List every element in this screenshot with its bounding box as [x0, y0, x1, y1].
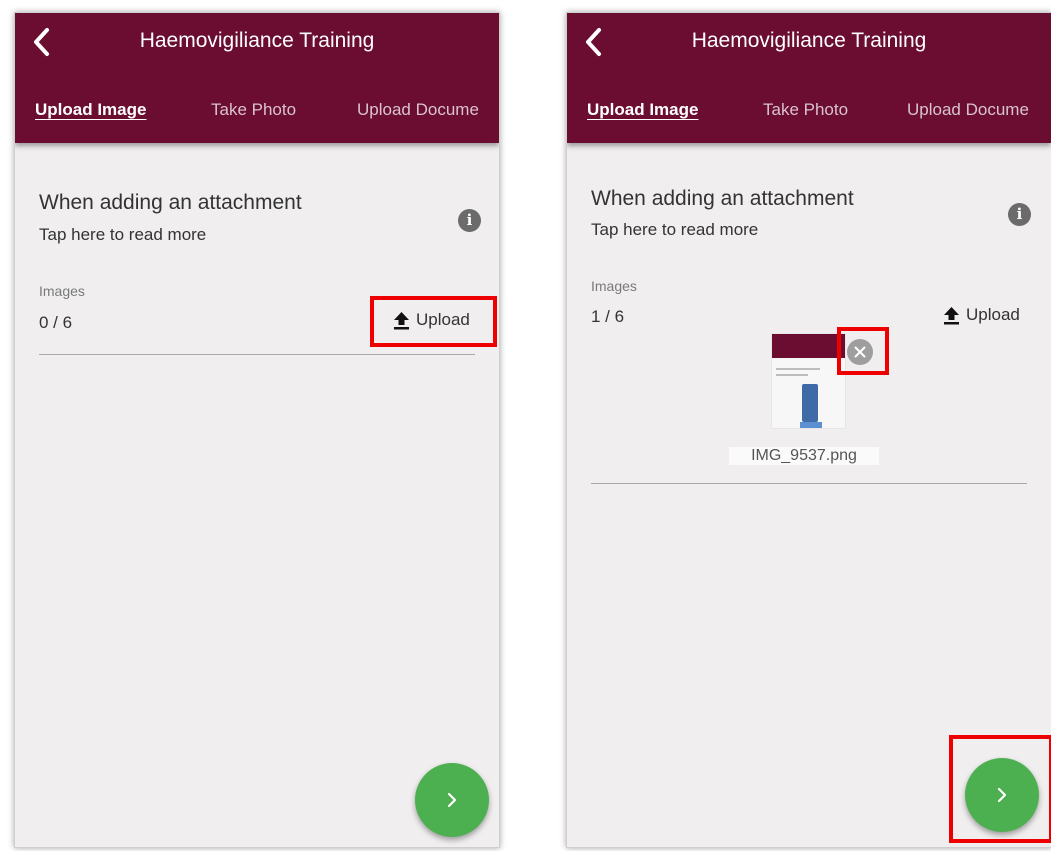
close-icon — [854, 346, 866, 358]
tab-take-photo[interactable]: Take Photo — [763, 91, 848, 129]
attachment-thumbnail[interactable] — [771, 333, 846, 429]
read-more-link[interactable]: Tap here to read more — [591, 220, 758, 240]
thumbnail-appbar — [772, 334, 845, 358]
images-label: Images — [39, 283, 85, 299]
chevron-right-icon — [447, 792, 457, 808]
read-more-link[interactable]: Tap here to read more — [39, 225, 206, 245]
images-label: Images — [591, 278, 637, 294]
next-fab-button[interactable] — [965, 758, 1039, 832]
images-count: 1 / 6 — [591, 307, 625, 326]
attachment-filename: IMG_9537.png — [729, 447, 879, 465]
attachment-info-title[interactable]: When adding an attachment — [591, 187, 854, 211]
remove-attachment-button[interactable] — [847, 339, 873, 365]
info-icon[interactable]: i — [458, 209, 481, 232]
divider — [39, 354, 475, 355]
upload-icon — [394, 311, 409, 329]
tab-take-photo[interactable]: Take Photo — [211, 91, 296, 129]
info-icon[interactable]: i — [1008, 203, 1031, 226]
next-fab-button[interactable] — [415, 763, 489, 837]
images-count: 0 / 6 — [39, 313, 73, 332]
tab-upload-image[interactable]: Upload Image — [587, 91, 698, 129]
upload-label: Upload — [416, 310, 470, 329]
page-title: Haemovigiliance Training — [139, 29, 375, 52]
tab-bar: Upload Image Take Photo Upload Docume — [567, 91, 1051, 131]
chevron-right-icon — [997, 787, 1007, 803]
tab-bar: Upload Image Take Photo Upload Docume — [15, 91, 499, 131]
tab-upload-document[interactable]: Upload Docume — [357, 91, 479, 129]
upload-icon — [944, 306, 959, 324]
thumbnail-button — [800, 422, 822, 428]
upload-label: Upload — [966, 305, 1020, 324]
divider — [591, 483, 1027, 484]
app-bar: Haemovigiliance Training Upload Image Ta… — [15, 13, 499, 143]
tab-upload-document[interactable]: Upload Docume — [907, 91, 1029, 129]
upload-button[interactable]: Upload — [942, 305, 1020, 325]
page-title: Haemovigiliance Training — [691, 29, 927, 52]
thumbnail-phone-image — [802, 384, 818, 422]
thumbnail-text-line — [776, 374, 808, 376]
tab-upload-image[interactable]: Upload Image — [35, 91, 146, 129]
phone-screen-after-upload: Haemovigiliance Training Upload Image Ta… — [566, 12, 1051, 848]
attachment-info-title[interactable]: When adding an attachment — [39, 191, 302, 215]
phone-screen-before-upload: Haemovigiliance Training Upload Image Ta… — [14, 12, 500, 848]
upload-button[interactable]: Upload — [392, 310, 470, 330]
app-bar: Haemovigiliance Training Upload Image Ta… — [567, 13, 1051, 143]
thumbnail-text-line — [776, 368, 820, 370]
